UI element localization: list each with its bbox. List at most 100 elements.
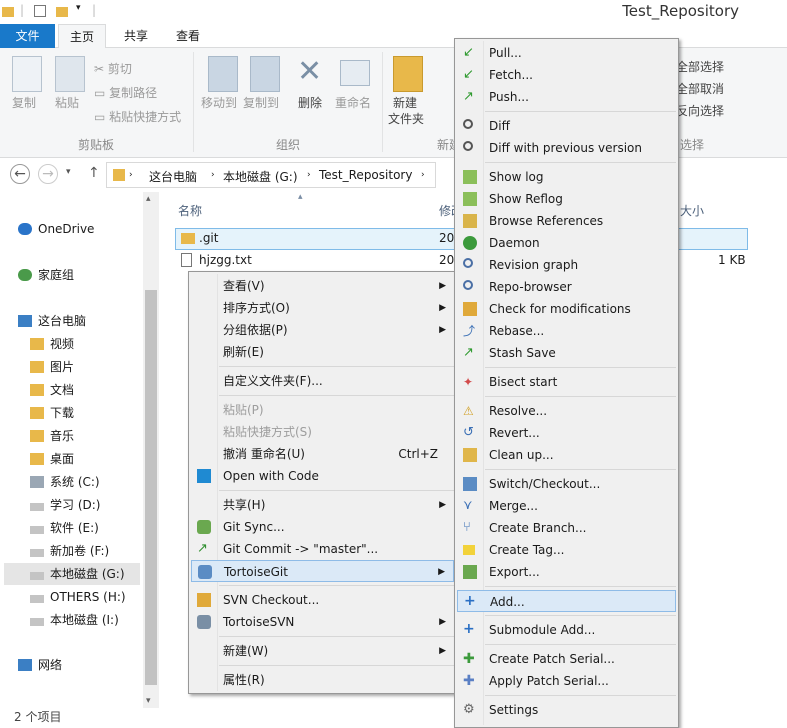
tab-share[interactable]: 共享 (112, 24, 160, 48)
menu-item-show-log[interactable]: Show log (457, 166, 676, 188)
select-none-button[interactable]: 全部取消 (676, 80, 724, 97)
nav-item-music[interactable]: 音乐 (30, 425, 74, 447)
menu-item-svn-checkout[interactable]: SVN Checkout... (191, 589, 454, 611)
new-folder-icon[interactable] (56, 7, 68, 17)
paste-button[interactable]: 粘贴 (55, 94, 79, 111)
menu-item-pull[interactable]: ↙ Pull... (457, 42, 676, 64)
nav-item-drive-e[interactable]: 软件 (E:) (30, 517, 99, 539)
breadcrumb-test-repository[interactable]: Test_Repository (319, 168, 412, 182)
chevron-right-icon[interactable]: › (129, 170, 133, 180)
nav-item-network[interactable]: 网络 (18, 654, 62, 676)
chevron-right-icon[interactable]: › (421, 170, 425, 180)
menu-item-refresh[interactable]: 刷新(E) (191, 341, 454, 363)
nav-item-desktop[interactable]: 桌面 (30, 448, 74, 470)
tab-view[interactable]: 查看 (164, 24, 212, 48)
nav-item-drive-h[interactable]: OTHERS (H:) (30, 586, 126, 608)
new-folder-button[interactable]: 新建 (393, 94, 417, 111)
back-button[interactable]: ← (10, 164, 30, 184)
invert-selection-button[interactable]: 反向选择 (676, 102, 724, 119)
menu-item-group-by[interactable]: 分组依据(P) ▶ (191, 319, 454, 341)
menu-item-resolve[interactable]: ⚠ Resolve... (457, 400, 676, 422)
menu-item-paste-shortcut[interactable]: 粘贴快捷方式(S) (191, 421, 454, 443)
chevron-right-icon[interactable]: › (307, 170, 311, 180)
menu-item-bisect-start[interactable]: ✦ Bisect start (457, 371, 676, 393)
menu-item-check-modifications[interactable]: Check for modifications (457, 298, 676, 320)
paste-shortcut-button[interactable]: ▭ 粘贴快捷方式 (94, 108, 181, 125)
menu-item-revision-graph[interactable]: Revision graph (457, 254, 676, 276)
nav-item-this-pc[interactable]: 这台电脑 (18, 310, 86, 332)
menu-item-fetch[interactable]: ↙ Fetch... (457, 64, 676, 86)
breadcrumb-this-pc[interactable]: 这台电脑 (149, 168, 197, 185)
menu-item-show-reflog[interactable]: Show Reflog (457, 188, 676, 210)
chevron-down-icon[interactable]: ▾ (146, 696, 151, 706)
tab-home[interactable]: 主页 (58, 24, 106, 49)
nav-item-drive-f[interactable]: 新加卷 (F:) (30, 540, 109, 562)
chevron-right-icon[interactable]: › (211, 170, 215, 180)
menu-item-stash-save[interactable]: ↗ Stash Save (457, 342, 676, 364)
menu-item-apply-patch-serial[interactable]: ✚ Apply Patch Serial... (457, 670, 676, 692)
menu-item-open-with-code[interactable]: Open with Code (191, 465, 454, 487)
menu-item-submodule-add[interactable]: + Submodule Add... (457, 619, 676, 641)
menu-item-settings[interactable]: ⚙ Settings (457, 699, 676, 721)
nav-item-documents[interactable]: 文档 (30, 379, 74, 401)
copy-button[interactable]: 复制 (12, 94, 36, 111)
menu-item-tortoisesvn[interactable]: TortoiseSVN ▶ (191, 611, 454, 633)
menu-item-create-tag[interactable]: Create Tag... (457, 539, 676, 561)
menu-item-export[interactable]: Export... (457, 561, 676, 583)
nav-item-downloads[interactable]: 下载 (30, 402, 74, 424)
column-name[interactable]: 名称 (178, 202, 202, 219)
column-size[interactable]: 大小 (680, 202, 704, 219)
menu-item-rebase[interactable]: ⤴ Rebase... (457, 320, 676, 342)
address-bar[interactable]: › 这台电脑 › 本地磁盘 (G:) › Test_Repository › (106, 162, 436, 188)
menu-item-paste[interactable]: 粘贴(P) (191, 399, 454, 421)
nav-item-drive-c[interactable]: 系统 (C:) (30, 471, 100, 493)
menu-item-customize-folder[interactable]: 自定义文件夹(F)... (191, 370, 454, 392)
menu-item-daemon[interactable]: Daemon (457, 232, 676, 254)
nav-item-homegroup[interactable]: 家庭组 (18, 264, 74, 286)
properties-icon[interactable] (34, 5, 46, 17)
nav-item-videos[interactable]: 视频 (30, 333, 74, 355)
menu-item-browse-references[interactable]: Browse References (457, 210, 676, 232)
menu-item-revert[interactable]: ↺ Revert... (457, 422, 676, 444)
menu-item-clean-up[interactable]: Clean up... (457, 444, 676, 466)
menu-item-sort-by[interactable]: 排序方式(O) ▶ (191, 297, 454, 319)
menu-item-create-branch[interactable]: ⑂ Create Branch... (457, 517, 676, 539)
select-all-button[interactable]: 全部选择 (676, 58, 724, 75)
chevron-down-icon[interactable]: ▾ (76, 3, 81, 13)
menu-item-undo-rename[interactable]: 撤消 重命名(U) Ctrl+Z (191, 443, 454, 465)
menu-item-git-commit[interactable]: ↗ Git Commit -> "master"... (191, 538, 454, 560)
copy-to-button[interactable]: 复制到 (243, 94, 279, 111)
menu-item-share[interactable]: 共享(H) ▶ (191, 494, 454, 516)
copy-path-button[interactable]: ▭ 复制路径 (94, 84, 157, 101)
menu-item-diff-previous[interactable]: Diff with previous version (457, 137, 676, 159)
menu-item-add[interactable]: + Add... (457, 590, 676, 612)
menu-item-new[interactable]: 新建(W) ▶ (191, 640, 454, 662)
nav-item-drive-g[interactable]: 本地磁盘 (G:) (4, 563, 140, 585)
recent-locations-button[interactable]: ▾ (66, 167, 71, 177)
nav-item-onedrive[interactable]: OneDrive (18, 218, 94, 240)
delete-button[interactable]: 删除 (298, 94, 322, 111)
menu-item-merge[interactable]: ⋎ Merge... (457, 495, 676, 517)
nav-item-drive-i[interactable]: 本地磁盘 (I:) (30, 609, 119, 631)
menu-item-push[interactable]: ↗ Push... (457, 86, 676, 108)
menu-item-tortoisegit[interactable]: TortoiseGit ▶ (191, 560, 454, 582)
forward-button[interactable]: → (38, 164, 58, 184)
nav-item-pictures[interactable]: 图片 (30, 356, 74, 378)
move-to-button[interactable]: 移动到 (201, 94, 237, 111)
nav-scrollbar-thumb[interactable] (145, 290, 157, 685)
menu-separator (485, 469, 676, 470)
menu-item-create-patch-serial[interactable]: ✚ Create Patch Serial... (457, 648, 676, 670)
tab-file[interactable]: 文件 (0, 24, 55, 48)
menu-item-git-sync[interactable]: Git Sync... (191, 516, 454, 538)
breadcrumb-drive-g[interactable]: 本地磁盘 (G:) (223, 168, 298, 185)
menu-item-repo-browser[interactable]: Repo-browser (457, 276, 676, 298)
up-button[interactable]: ↑ (88, 165, 100, 181)
chevron-up-icon[interactable]: ▴ (146, 194, 151, 204)
nav-item-drive-d[interactable]: 学习 (D:) (30, 494, 100, 516)
menu-item-view[interactable]: 查看(V) ▶ (191, 275, 454, 297)
menu-item-properties[interactable]: 属性(R) (191, 669, 454, 691)
cut-button[interactable]: ✂ 剪切 (94, 60, 132, 77)
menu-item-switch-checkout[interactable]: Switch/Checkout... (457, 473, 676, 495)
rename-button[interactable]: 重命名 (335, 94, 371, 111)
menu-item-diff[interactable]: Diff (457, 115, 676, 137)
